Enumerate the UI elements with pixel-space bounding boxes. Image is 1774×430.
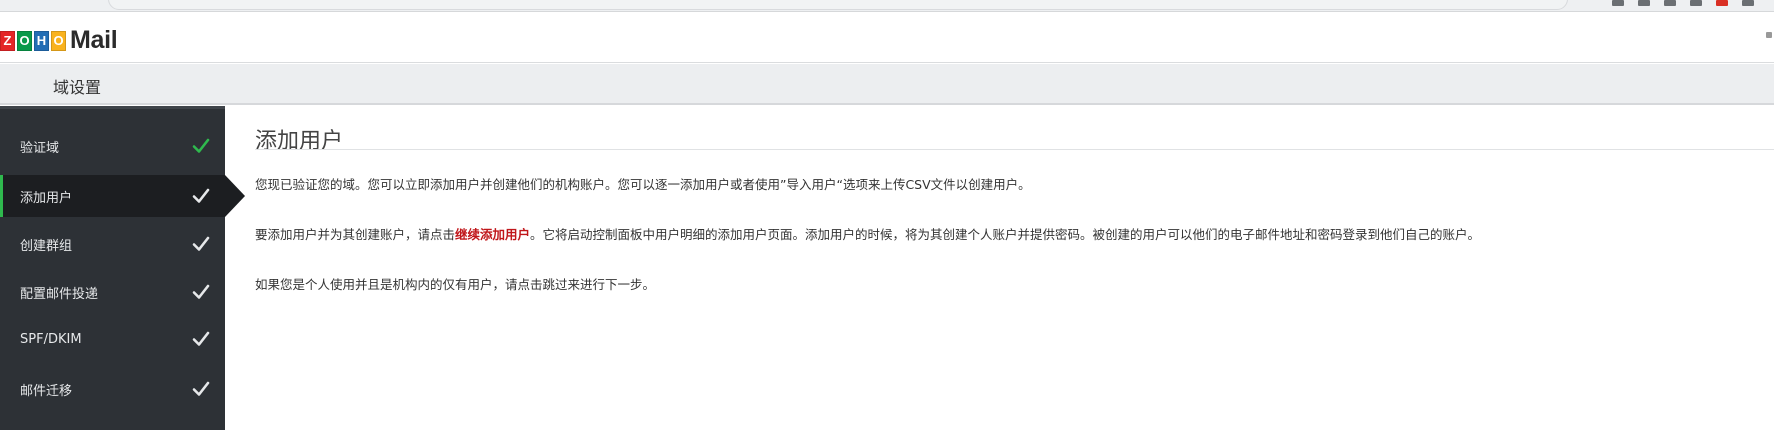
- menu-icon[interactable]: [1742, 0, 1754, 6]
- sidebar-item-create-groups[interactable]: 创建群组: [0, 223, 225, 265]
- zoho-mail-logo[interactable]: Z O H O Mail: [0, 26, 118, 55]
- check-icon: [192, 284, 210, 299]
- title-divider: [255, 149, 1774, 150]
- logo-letter: O: [51, 30, 66, 51]
- check-icon: [192, 188, 210, 203]
- skip-paragraph: 如果您是个人使用并且是机构内的仅有用户，请点击跳过来进行下一步。: [255, 277, 656, 292]
- sidebar-item-label: 验证域: [20, 140, 60, 156]
- sidebar-item-label: SPF/DKIM: [20, 331, 82, 347]
- check-icon: [192, 381, 210, 396]
- check-icon: [192, 331, 210, 346]
- browser-extension-icons: [1612, 0, 1754, 10]
- instructions-text: 要添加用户并为其创建账户，请点击: [255, 227, 456, 242]
- extension-icon[interactable]: [1664, 0, 1676, 6]
- address-bar[interactable]: [108, 0, 1568, 10]
- sidebar-item-label: 配置邮件投递: [20, 286, 99, 302]
- browser-toolbar: [0, 0, 1774, 12]
- logo-letter: O: [17, 30, 32, 51]
- sidebar-item-mail-delivery[interactable]: 配置邮件投递: [0, 271, 225, 313]
- extension-icon[interactable]: [1716, 0, 1728, 6]
- settings-title: 域设置: [53, 78, 102, 97]
- extension-icon[interactable]: [1638, 0, 1650, 6]
- sidebar-divider: [0, 106, 225, 109]
- sidebar-item-verify-domain[interactable]: 验证域: [0, 125, 225, 167]
- check-icon: [192, 138, 210, 153]
- check-icon: [192, 236, 210, 251]
- app-header: Z O H O Mail: [0, 12, 1774, 63]
- extension-icon[interactable]: [1612, 0, 1624, 6]
- sidebar-item-add-users[interactable]: 添加用户: [0, 175, 225, 217]
- sidebar-item-label: 邮件迁移: [20, 383, 73, 399]
- sidebar-item-spf-dkim[interactable]: SPF/DKIM: [0, 318, 225, 360]
- setup-sidebar: 验证域 添加用户 创建群组 配置邮件投递 SPF/DKIM 邮件迁移: [0, 106, 225, 430]
- intro-paragraph: 您现已验证您的域。您可以立即添加用户并创建他们的机构账户。您可以逐一添加用户或者…: [255, 177, 1031, 192]
- logo-word: Mail: [70, 26, 118, 54]
- page-title: 添加用户: [255, 129, 344, 154]
- logo-letter: H: [34, 30, 49, 51]
- extension-icon[interactable]: [1690, 0, 1702, 6]
- settings-bar: 域设置: [0, 64, 1774, 105]
- main-content: 添加用户 您现已验证您的域。您可以立即添加用户并创建他们的机构账户。您可以逐一添…: [225, 106, 1774, 430]
- header-menu-icon[interactable]: [1766, 32, 1772, 38]
- sidebar-item-label: 创建群组: [20, 238, 73, 254]
- continue-add-users-link[interactable]: 继续添加用户: [455, 227, 530, 242]
- instructions-paragraph: 要添加用户并为其创建账户，请点击继续添加用户。它将启动控制面板中用户明细的添加用…: [255, 224, 1480, 243]
- instructions-text: 。它将启动控制面板中用户明细的添加用户页面。添加用户的时候，将为其创建个人账户并…: [530, 227, 1481, 242]
- logo-letter: Z: [0, 30, 15, 51]
- sidebar-item-mail-migration[interactable]: 邮件迁移: [0, 368, 225, 410]
- sidebar-item-label: 添加用户: [20, 190, 73, 206]
